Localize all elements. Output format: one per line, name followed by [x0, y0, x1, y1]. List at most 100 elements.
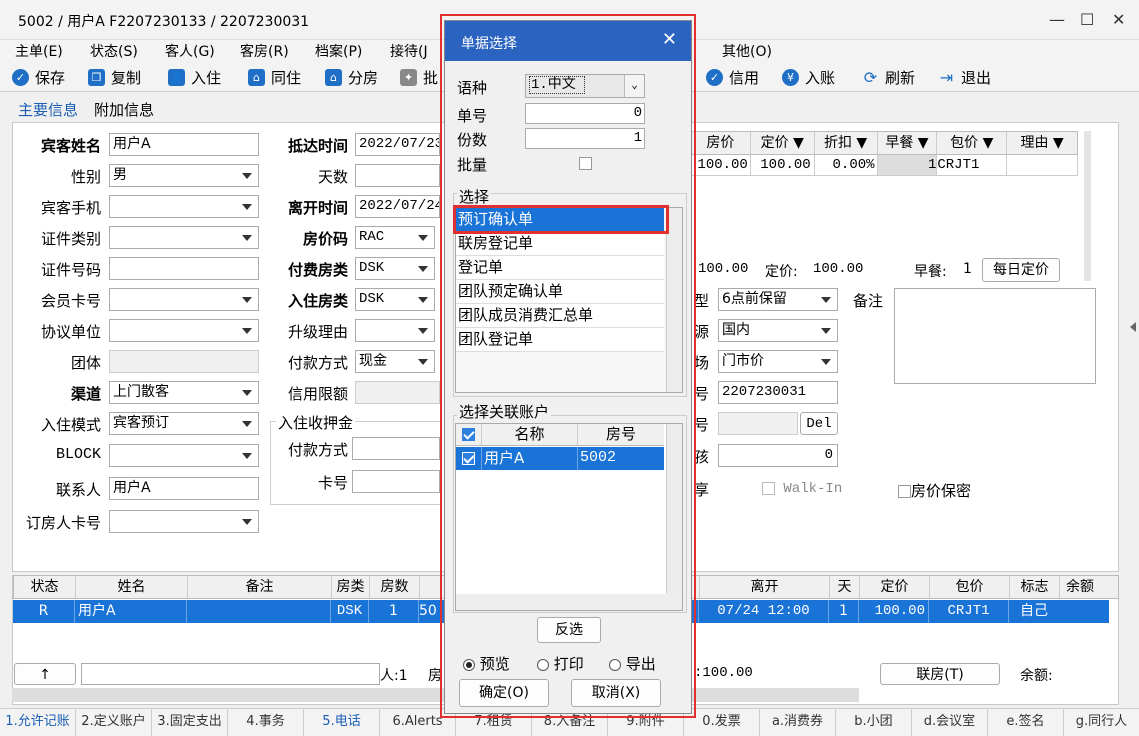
status-phone[interactable]: 5.电话	[304, 709, 380, 736]
booker-select[interactable]	[109, 510, 259, 533]
lang-select[interactable]: 1.中文 ⌄	[525, 74, 645, 98]
status-define-account[interactable]: 2.定义账户	[76, 709, 152, 736]
list-item-linked-registration[interactable]: 联房登记单	[456, 232, 664, 256]
source-select[interactable]: 国内	[718, 319, 838, 342]
horizontal-scrollbar[interactable]	[12, 688, 859, 702]
menu-guest[interactable]: 客人(G)	[165, 41, 215, 61]
scroll-up-button[interactable]: ↑	[14, 663, 76, 685]
batch-checkbox[interactable]	[579, 157, 592, 170]
menu-other[interactable]: 其他(O)	[722, 41, 772, 61]
col-remark[interactable]: 备注	[188, 576, 332, 598]
status-affairs[interactable]: 4.事务	[228, 709, 304, 736]
channel-select[interactable]: 上门散客	[109, 381, 259, 404]
gender-select[interactable]: 男	[109, 164, 259, 187]
card-input[interactable]	[352, 470, 440, 493]
list-item-group-member-summary[interactable]: 团队成员消费汇总单	[456, 304, 664, 328]
link-room-button[interactable]: 联房(T)	[880, 663, 1000, 685]
market-select[interactable]: 门市价	[718, 350, 838, 373]
select-all-checkbox[interactable]	[456, 424, 482, 445]
status-allow-posting[interactable]: 1.允许记账	[0, 709, 76, 736]
exit-button[interactable]: ⇥ 退出	[938, 66, 991, 88]
rate-col-breakfast[interactable]: 早餐 ▼	[878, 132, 938, 154]
arrival-input[interactable]: 2022/07/23	[355, 133, 440, 156]
list-item-registration[interactable]: 登记单	[456, 256, 664, 280]
upgrade-select[interactable]	[355, 319, 435, 342]
remark-textarea[interactable]	[894, 288, 1096, 384]
id-type-select[interactable]	[109, 226, 259, 249]
col-status[interactable]: 状态	[14, 576, 76, 598]
doc-no-input[interactable]: 0	[525, 103, 645, 124]
rate-col-package[interactable]: 包价 ▼	[937, 132, 1008, 154]
col-name[interactable]: 姓名	[76, 576, 188, 598]
guest-name-input[interactable]: 用户A	[109, 133, 259, 156]
rate-col-fixed[interactable]: 定价 ▼	[751, 132, 815, 154]
preview-radio[interactable]: 预览	[463, 653, 510, 674]
account-vscrollbar[interactable]	[666, 424, 682, 594]
rate-col-discount[interactable]: 折扣 ▼	[815, 132, 878, 154]
split-button[interactable]: ⌂ 分房	[325, 66, 378, 88]
menu-status[interactable]: 状态(S)	[90, 41, 138, 61]
maximize-icon[interactable]: ☐	[1080, 10, 1094, 29]
pay-method-select[interactable]: 现金	[355, 350, 435, 373]
col-days[interactable]: 天	[830, 576, 860, 598]
collapse-arrow-icon[interactable]	[1130, 322, 1136, 332]
deposit-pay-select[interactable]	[352, 437, 440, 460]
invert-selection-button[interactable]: 反选	[537, 617, 601, 643]
id-no-input[interactable]	[109, 257, 259, 280]
days-input[interactable]	[355, 164, 440, 187]
filter-input[interactable]	[81, 663, 380, 685]
col-depart[interactable]: 离开	[700, 576, 830, 598]
menu-profile[interactable]: 档案(P)	[315, 41, 362, 61]
list-scrollbar[interactable]	[666, 208, 682, 392]
secret-rate-checkbox[interactable]: 房价保密	[898, 480, 971, 501]
status-fixed-expense[interactable]: 3.固定支出	[152, 709, 228, 736]
rate-code-select[interactable]: RAC	[355, 226, 435, 249]
row-checkbox[interactable]	[456, 447, 482, 470]
copies-input[interactable]: 1	[525, 128, 645, 149]
mode-select[interactable]: 宾客预订	[109, 412, 259, 435]
status-coupon[interactable]: a.消费券	[760, 709, 836, 736]
refresh-button[interactable]: ⟳ 刷新	[862, 66, 915, 88]
child-input[interactable]: 0	[718, 444, 838, 467]
col-roomtype[interactable]: 房类	[332, 576, 370, 598]
close-icon[interactable]: ✕	[1112, 10, 1125, 29]
menu-main[interactable]: 主单(E)	[15, 41, 63, 61]
rate-grid-scrollbar[interactable]	[1084, 131, 1091, 281]
col-package[interactable]: 包价	[930, 576, 1010, 598]
contact-input[interactable]: 用户A	[109, 477, 259, 500]
departure-input[interactable]: 2022/07/24	[355, 195, 440, 218]
col-account-name[interactable]: 名称	[482, 424, 578, 445]
tab-main[interactable]: 主要信息	[18, 99, 78, 120]
tab-extra[interactable]: 附加信息	[94, 99, 154, 120]
col-balance[interactable]: 余额	[1060, 576, 1100, 598]
menu-room[interactable]: 客房(R)	[240, 41, 289, 61]
minimize-icon[interactable]: —	[1049, 10, 1065, 29]
menu-reception[interactable]: 接待(J	[390, 41, 428, 61]
export-radio[interactable]: 导出	[609, 653, 656, 674]
mobile-select[interactable]	[109, 195, 259, 218]
close-icon[interactable]: ✕	[662, 29, 677, 50]
credit-button[interactable]: ✓ 信用	[706, 66, 759, 88]
cancel-button[interactable]: 取消(X)	[571, 679, 661, 707]
post-button[interactable]: ¥ 入账	[782, 66, 835, 88]
checkin-button[interactable]: 👤 入住	[168, 66, 221, 88]
no-input[interactable]: 2207230031	[718, 381, 838, 404]
member-select[interactable]	[109, 288, 259, 311]
rate-col-reason[interactable]: 理由 ▼	[1007, 132, 1077, 154]
pay-room-select[interactable]: DSK	[355, 257, 435, 280]
col-fixed[interactable]: 定价	[860, 576, 930, 598]
print-radio[interactable]: 打印	[537, 653, 584, 674]
col-account-room[interactable]: 房号	[578, 424, 664, 445]
save-button[interactable]: ✓ 保存	[12, 66, 65, 88]
rate-grid-row[interactable]: 100.00 100.00 0.00% 1 CRJT1	[690, 155, 1078, 176]
stay-room-select[interactable]: DSK	[355, 288, 435, 311]
status-companion[interactable]: g.同行人	[1064, 709, 1139, 736]
batch-button[interactable]: ✦ 批	[400, 66, 438, 88]
col-flag[interactable]: 标志	[1010, 576, 1060, 598]
list-item-group-booking-confirm[interactable]: 团队预定确认单	[456, 280, 664, 304]
copy-button[interactable]: ❐ 复制	[88, 66, 141, 88]
block-select[interactable]	[109, 444, 259, 467]
daily-rate-button[interactable]: 每日定价	[982, 258, 1060, 282]
del-button[interactable]: Del	[800, 412, 838, 435]
table-row[interactable]: 用户A 5002	[456, 447, 664, 470]
